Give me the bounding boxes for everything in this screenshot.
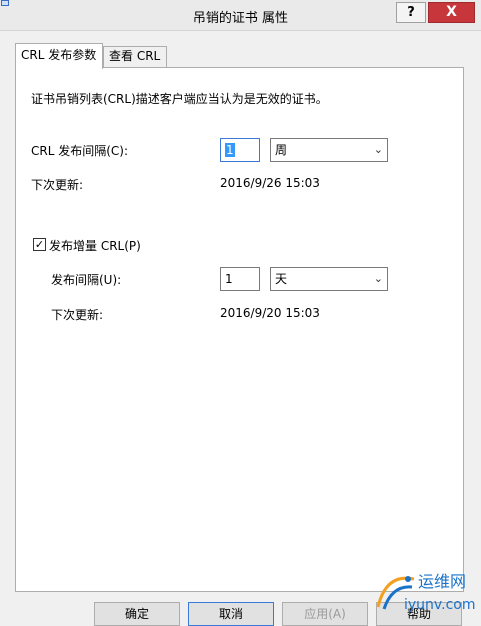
delta-interval-unit-select[interactable]: 天 ⌄	[270, 267, 388, 291]
watermark-logo: 运维网 iyunv.com	[376, 572, 475, 613]
crl-description: 证书吊销列表(CRL)描述客户端应当认为是无效的证书。	[31, 92, 328, 106]
apply-button[interactable]: 应用(A)	[282, 602, 368, 626]
checkmark-icon: ✓	[34, 238, 45, 251]
crl-interval-unit-select[interactable]: 周 ⌄	[270, 138, 388, 162]
delta-interval-label: 发布间隔(U):	[51, 273, 122, 287]
watermark-text-url: iyunv.com	[404, 597, 475, 613]
delta-crl-checkbox[interactable]: ✓	[33, 238, 46, 251]
delta-next-update-value: 2016/9/20 15:03	[220, 306, 320, 320]
delta-crl-checkbox-label[interactable]: 发布增量 CRL(P)	[49, 237, 141, 254]
delta-interval-input[interactable]: 1	[220, 267, 260, 291]
chevron-down-icon: ⌄	[373, 272, 383, 285]
crl-interval-label: CRL 发布间隔(C):	[31, 144, 129, 158]
tab-crl-publish-params[interactable]: CRL 发布参数	[15, 43, 103, 69]
title-bar: 吊销的证书 属性 ? X	[0, 0, 481, 31]
tab-view-crl[interactable]: 查看 CRL	[103, 46, 167, 67]
ok-button[interactable]: 确定	[94, 602, 180, 626]
close-button[interactable]: X	[428, 2, 475, 23]
crl-next-update-value: 2016/9/26 15:03	[220, 176, 320, 190]
cancel-button[interactable]: 取消	[188, 602, 274, 626]
delta-next-update-label: 下次更新:	[51, 308, 104, 322]
window-icon	[1, 0, 9, 6]
crl-interval-input[interactable]: 1	[220, 138, 260, 162]
chevron-down-icon: ⌄	[373, 143, 383, 156]
tab-panel: 证书吊销列表(CRL)描述客户端应当认为是无效的证书。 CRL 发布间隔(C):…	[15, 67, 464, 592]
watermark-text-cn: 运维网	[418, 572, 466, 591]
help-title-button[interactable]: ?	[396, 2, 426, 23]
close-icon: X	[446, 4, 457, 20]
crl-next-update-label: 下次更新:	[31, 178, 84, 192]
